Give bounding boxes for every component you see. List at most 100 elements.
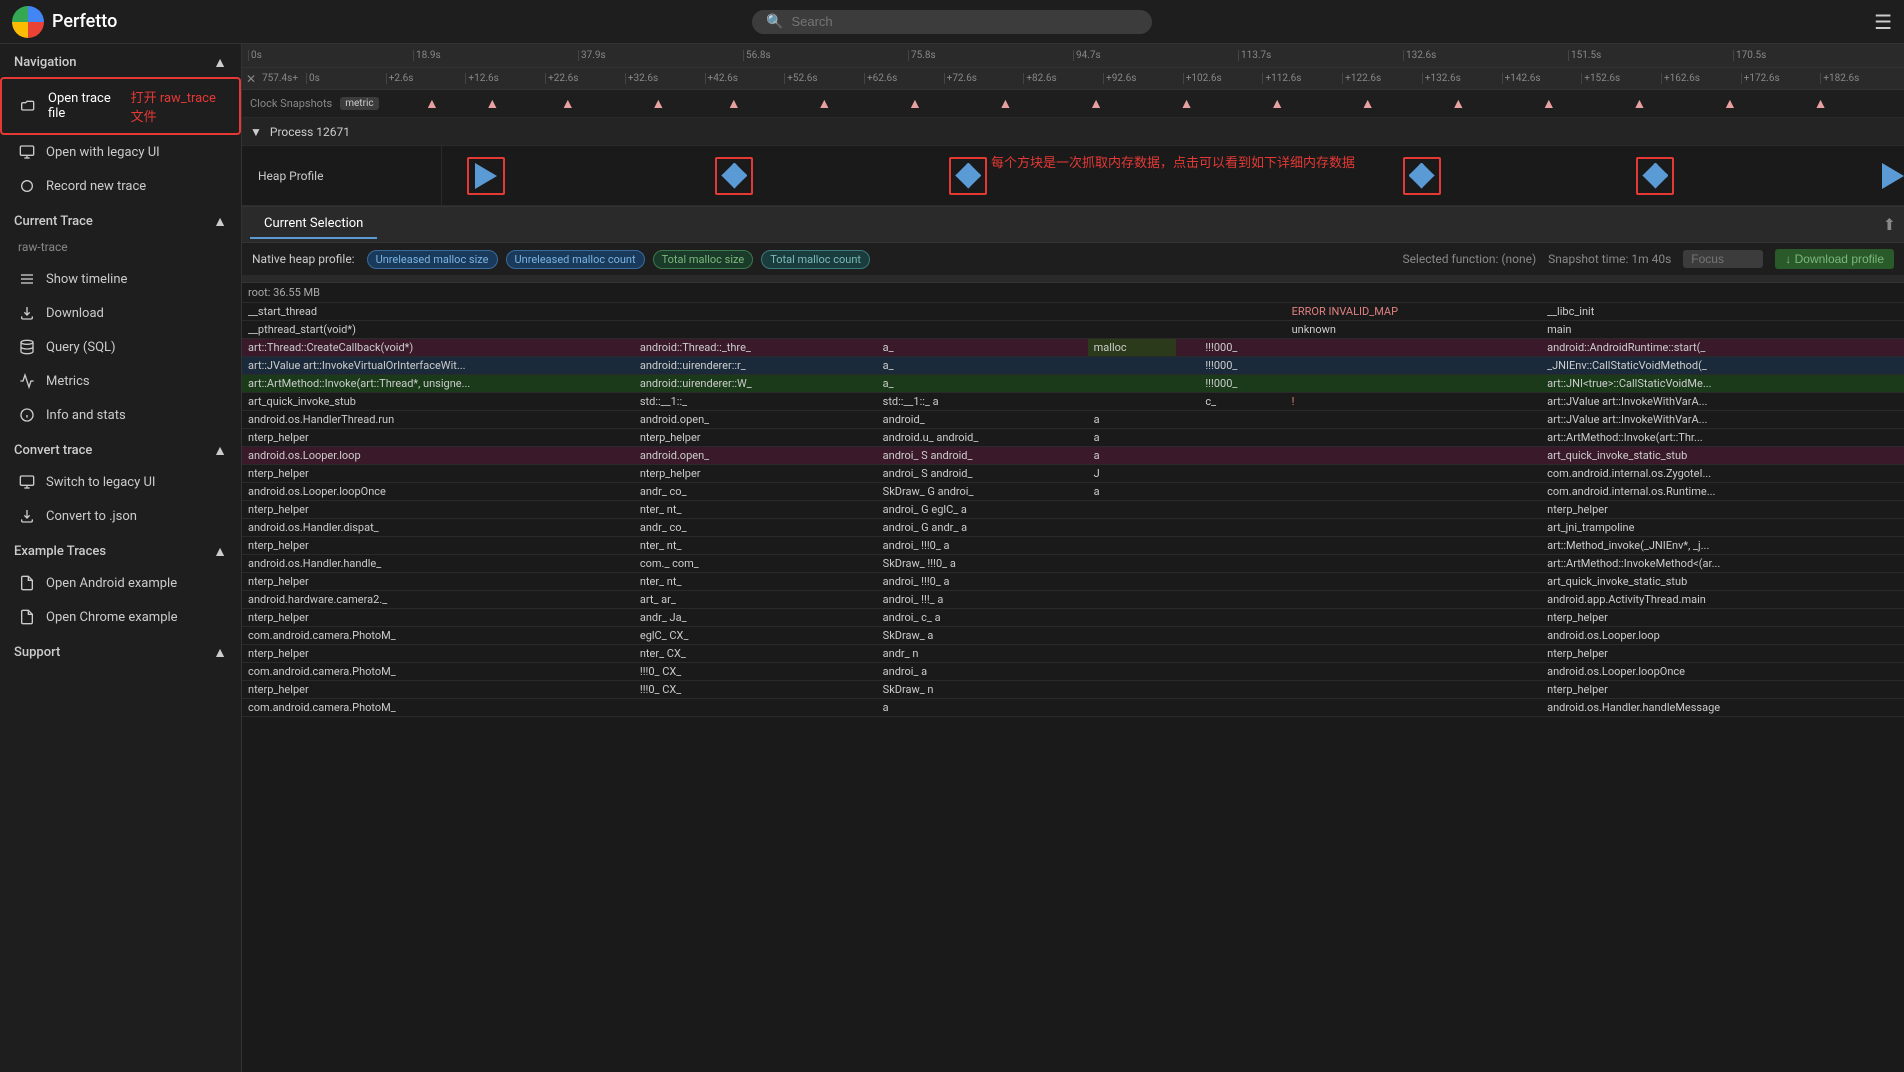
sidebar-item-open-trace[interactable]: Open trace file 打开 raw_trace 文件 xyxy=(0,77,241,135)
cell-c3: androi_ c_ a xyxy=(877,609,1088,627)
cell-c4 xyxy=(1088,627,1176,645)
table-row[interactable]: com.android.camera.PhotoM_ a android.os.… xyxy=(242,699,1904,717)
cell-c4 xyxy=(1088,591,1176,609)
heap-arrow-right[interactable] xyxy=(1882,163,1904,189)
focus-input[interactable] xyxy=(1683,250,1763,268)
clock-marker-10: ▲ xyxy=(1180,95,1194,112)
col-4 xyxy=(1088,276,1176,283)
search-bar[interactable]: 🔍 xyxy=(752,10,1152,34)
selection-tools[interactable]: ⬆ xyxy=(1883,215,1896,234)
cell-c2: andr_ co_ xyxy=(634,519,877,537)
sidebar-item-switch-legacy[interactable]: Switch to legacy UI xyxy=(0,465,241,499)
cell-c8 xyxy=(1518,411,1542,429)
table-row[interactable]: android.os.Looper.loop android.open_ and… xyxy=(242,447,1904,465)
table-row[interactable]: com.android.camera.PhotoM_ !!!0_ CX_ and… xyxy=(242,663,1904,681)
close-button[interactable]: ✕ xyxy=(246,72,256,86)
sidebar-item-info-stats[interactable]: Info and stats xyxy=(0,398,241,432)
cell-c4 xyxy=(1088,519,1176,537)
database-icon xyxy=(18,338,36,356)
cell-c3: SkDraw_ n xyxy=(877,681,1088,699)
cell-c6 xyxy=(1199,681,1285,699)
badge-total-malloc-size[interactable]: Total malloc size xyxy=(653,250,754,269)
table-row[interactable]: android.os.Handler.dispat_ andr_ co_ and… xyxy=(242,519,1904,537)
cell-c1: __pthread_start(void*) xyxy=(242,321,634,339)
sidebar-item-download[interactable]: Download xyxy=(0,296,241,330)
cell-c5 xyxy=(1176,555,1200,573)
table-row[interactable]: com.android.camera.PhotoM_ eglC_ CX_ SkD… xyxy=(242,627,1904,645)
sidebar-item-open-legacy[interactable]: Open with legacy UI xyxy=(0,135,241,169)
cell-c7: ! xyxy=(1286,393,1518,411)
badge-unreleased-malloc-size[interactable]: Unreleased malloc size xyxy=(367,250,498,269)
nav-chevron: ▲ xyxy=(213,54,227,71)
badge-total-malloc-count[interactable]: Total malloc count xyxy=(761,250,870,269)
table-row[interactable]: nterp_helper nter_ nt_ androi_ !!!0_ a a… xyxy=(242,537,1904,555)
table-row[interactable]: android.os.Handler.handle_ com._ com_ Sk… xyxy=(242,555,1904,573)
table-row[interactable]: android.os.Looper.loopOnce andr_ co_ SkD… xyxy=(242,483,1904,501)
table-row[interactable]: nterp_helper nterp_helper android.u_ and… xyxy=(242,429,1904,447)
example-traces-header[interactable]: Example Traces ▲ xyxy=(0,533,241,566)
cell-c1: nterp_helper xyxy=(242,501,634,519)
tab-current-selection[interactable]: Current Selection xyxy=(250,210,377,239)
cell-c4 xyxy=(1088,321,1176,339)
sidebar-item-open-android[interactable]: Open Android example xyxy=(0,566,241,600)
cell-c6 xyxy=(1199,501,1285,519)
badge-unreleased-malloc-count[interactable]: Unreleased malloc count xyxy=(506,250,645,269)
download-label: Download xyxy=(46,306,104,321)
cell-c7 xyxy=(1286,411,1518,429)
table-row[interactable]: art_quick_invoke_stub std::__1::_ std::_… xyxy=(242,393,1904,411)
cell-c4 xyxy=(1088,663,1176,681)
table-row[interactable]: __start_thread ERROR INVALID_MAP __libc_… xyxy=(242,303,1904,321)
support-header[interactable]: Support ▲ xyxy=(0,634,241,667)
table-row[interactable]: __pthread_start(void*) unknown main xyxy=(242,321,1904,339)
current-trace-header[interactable]: Current Trace ▲ xyxy=(0,203,241,236)
sidebar: Navigation ▲ Open trace file 打开 raw_trac… xyxy=(0,44,242,1072)
table-row[interactable]: art::Thread::CreateCallback(void*) andro… xyxy=(242,339,1904,357)
process-expand-icon[interactable]: ▼ xyxy=(250,125,262,139)
sidebar-item-show-timeline[interactable]: Show timeline xyxy=(0,262,241,296)
convert-trace-header[interactable]: Convert trace ▲ xyxy=(0,432,241,465)
cell-c6: c_ xyxy=(1199,393,1285,411)
table-row[interactable]: nterp_helper nter_ nt_ androi_ G eglC_ a… xyxy=(242,501,1904,519)
cell-c8 xyxy=(1518,681,1542,699)
table-row[interactable]: nterp_helper !!!0_ CX_ SkDraw_ n nterp_h… xyxy=(242,681,1904,699)
cell-c1: nterp_helper xyxy=(242,609,634,627)
sidebar-item-open-chrome[interactable]: Open Chrome example xyxy=(0,600,241,634)
tick-56s: 56.8s xyxy=(743,50,908,61)
search-input[interactable] xyxy=(791,14,1138,29)
cell-c6 xyxy=(1199,555,1285,573)
convert-trace-label: Convert trace xyxy=(14,443,92,458)
cell-c5 xyxy=(1176,681,1200,699)
sidebar-item-metrics[interactable]: Metrics xyxy=(0,364,241,398)
cell-c2: andr_ co_ xyxy=(634,483,877,501)
hamburger-menu[interactable]: ☰ xyxy=(1874,10,1892,34)
table-row[interactable]: android.os.HandlerThread.run android.ope… xyxy=(242,411,1904,429)
table-row[interactable]: nterp_helper nter_ nt_ androi_ !!!0_ a a… xyxy=(242,573,1904,591)
cell-c1: nterp_helper xyxy=(242,573,634,591)
heap-row-canvas[interactable]: 每个方块是一次抓取内存数据，点击可以看到如下详细内存数据 xyxy=(442,146,1904,205)
nav-section-header[interactable]: Navigation ▲ xyxy=(0,44,241,77)
monitor-icon xyxy=(18,143,36,161)
cell-c5 xyxy=(1176,519,1200,537)
heap-arrow[interactable] xyxy=(475,163,497,189)
table-row[interactable]: art::JValue art::InvokeVirtualOrInterfac… xyxy=(242,357,1904,375)
metrics-icon xyxy=(18,372,36,390)
profile-table[interactable]: root: 36.55 MB __start_thread ERROR INVA… xyxy=(242,276,1904,1072)
table-row[interactable]: nterp_helper andr_ Ja_ androi_ c_ a nter… xyxy=(242,609,1904,627)
table-row[interactable]: nterp_helper nterp_helper androi_ S andr… xyxy=(242,465,1904,483)
open-android-label: Open Android example xyxy=(46,576,177,591)
sidebar-item-query-sql[interactable]: Query (SQL) xyxy=(0,330,241,364)
clock-marker-11: ▲ xyxy=(1270,95,1284,112)
cell-c7 xyxy=(1286,537,1518,555)
table-row[interactable]: nterp_helper nter_ CX_ andr_ n nterp_hel… xyxy=(242,645,1904,663)
sidebar-item-record-new[interactable]: Record new trace xyxy=(0,169,241,203)
cell-c6 xyxy=(1199,303,1285,321)
table-row[interactable]: art::ArtMethod::Invoke(art::Thread*, uns… xyxy=(242,375,1904,393)
table-row[interactable]: android.hardware.camera2._ art_ ar_ andr… xyxy=(242,591,1904,609)
clock-markers: ▲ ▲ ▲ ▲ ▲ ▲ ▲ ▲ ▲ ▲ ▲ ▲ ▲ ▲ ▲ ▲ ▲ xyxy=(387,90,1896,117)
example-chevron: ▲ xyxy=(213,543,227,560)
sidebar-item-convert-json[interactable]: Convert to .json xyxy=(0,499,241,533)
cell-c5 xyxy=(1176,663,1200,681)
cell-c4: a xyxy=(1088,429,1176,447)
open-chrome-label: Open Chrome example xyxy=(46,610,178,625)
download-profile-button[interactable]: ↓ Download profile xyxy=(1775,249,1894,269)
